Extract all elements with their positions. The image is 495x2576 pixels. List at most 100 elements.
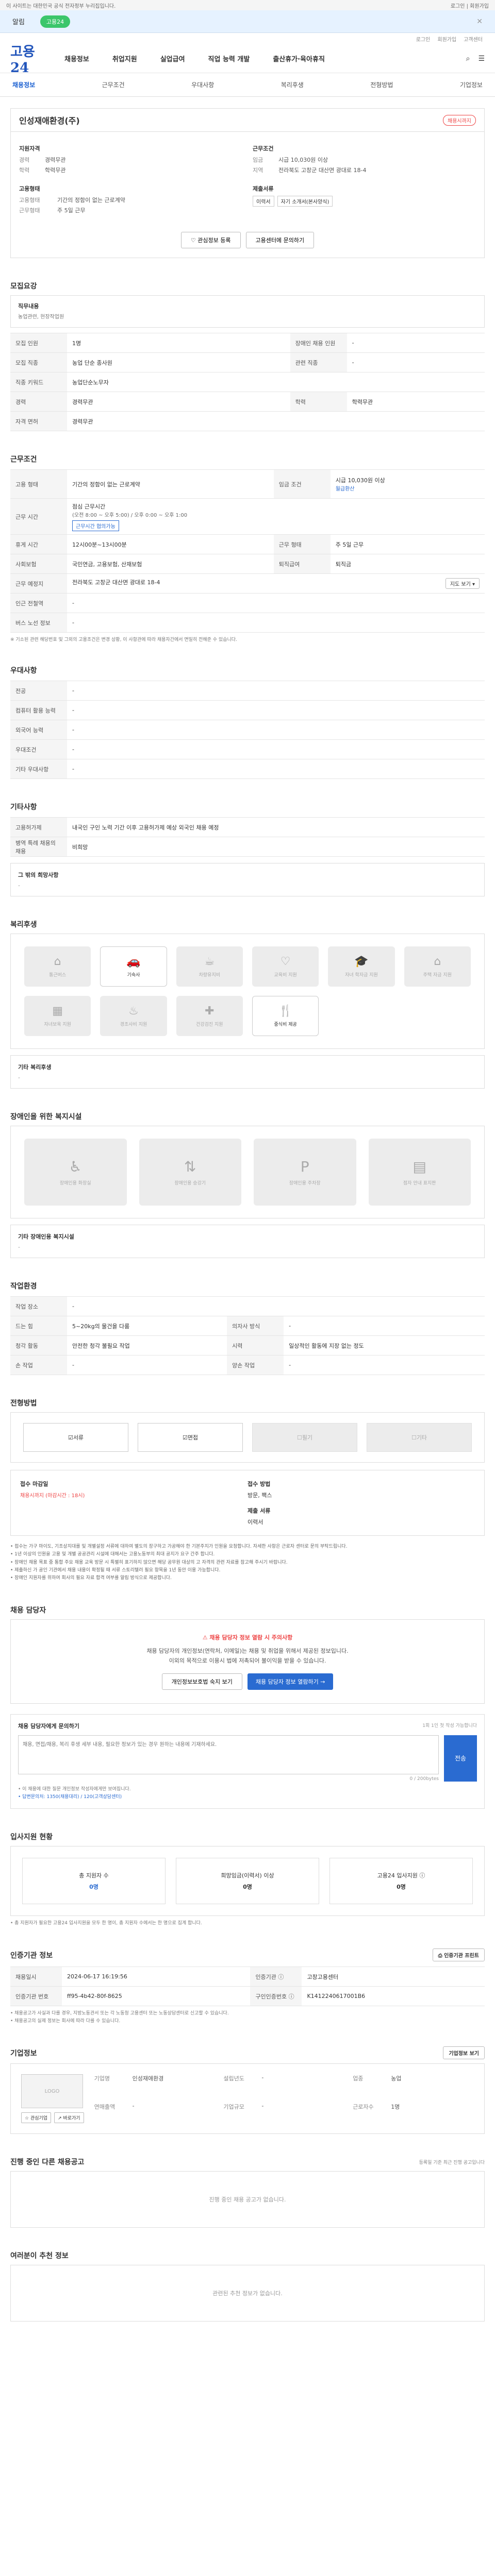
menu-training[interactable]: 직업 능력 개발 (208, 54, 250, 63)
site-logo[interactable]: 고용24 (10, 41, 52, 76)
inquiry-textarea[interactable] (18, 1735, 439, 1774)
table-row: 채용일시 2024-06-17 16:19:56 인증기관 ⓘ 고창고용센터 (10, 1967, 485, 1987)
tab-company[interactable]: 기업정보 (460, 80, 483, 89)
table-row: 모집 직종 농업 단순 종사원 관련 직종 - (10, 352, 485, 372)
table-row: 사회보험 국민연금, 고용보험, 산재보험 퇴직급여 퇴직금 (10, 554, 485, 574)
top-strip: 이 사이트는 대한민국 공식 전자정부 누리집입니다. 로그인 | 회원가입 (0, 0, 495, 10)
welfare-icon: ⌂ (434, 955, 441, 968)
favorite-button[interactable]: ♡ 관심정보 등록 (180, 232, 241, 248)
welfare-tile: ⌂ 통근버스 (24, 946, 91, 987)
welfare-tile: ☕ 차량유지비 (176, 946, 243, 987)
map-button[interactable]: 지도 보기 ▾ (445, 578, 480, 589)
favorite-label: 관심정보 등록 (197, 237, 231, 244)
inst-print-button[interactable]: ⎙ 인증기관 프린트 (432, 1948, 485, 1962)
welfare-icon: ♨ (128, 1005, 139, 1018)
etc-heading: 기타사항 (10, 803, 37, 811)
menu-icon[interactable]: ☰ (478, 55, 485, 63)
recommend-heading: 여러분이 추천 정보 (10, 2252, 69, 2261)
emptype-heading: 고용형태 (19, 185, 40, 192)
tab-welfare[interactable]: 복리후생 (281, 80, 304, 89)
tab-recruit[interactable]: 채용정보 (12, 80, 35, 89)
util-login[interactable]: 로그인 (416, 35, 431, 43)
duty-title: 직무내용 (18, 303, 39, 310)
company-info-button[interactable]: 기업정보 보기 (443, 2046, 485, 2060)
company-name: 인성재애환경(주) (19, 116, 80, 126)
view-contact-button[interactable]: 채용 담당자 정보 열람하기 → (247, 1673, 334, 1690)
qual-heading: 지원자격 (19, 145, 40, 152)
table-row: 경력 경력무관 학력 학력무관 (10, 392, 485, 412)
note-line: • 장애인 지원자를 위하여 회사의 필요 자료 합격 여부를 알림 방식으로 … (10, 1575, 172, 1581)
note-line: • 제출하신 가 공인 기관에서 채용 내용이 확정될 때 서류 스토리텔러 필… (10, 1567, 221, 1573)
welfare-tile: ⌂ 주택 자금 지원 (404, 946, 471, 987)
star-icon: ☆ (25, 2116, 30, 2122)
region-label: 지역 (253, 167, 263, 174)
welfare-label: 자녀 학자금 지원 (345, 973, 378, 978)
facility-icon: ⇅ (184, 1158, 196, 1175)
stat-value: 0명 (89, 1884, 98, 1891)
table-row: 병역 특례 채용의 채용 비희망 (10, 837, 485, 857)
table-row: 고용 형태 기간의 정함이 없는 근로계약 임금 조건 시급 10,030원 이상 월급… (10, 469, 485, 499)
cond-heading: 근무조건 (253, 145, 274, 152)
inquiry-center-button[interactable]: 고용센터에 문의하기 (245, 232, 315, 248)
company-field: 연매출액 - (94, 2102, 135, 2110)
util-help[interactable]: 고객센터 (464, 35, 483, 43)
table-row: 버스 노선 정보 - (10, 613, 485, 633)
check-icon: ☐ (411, 1434, 417, 1441)
stat-label: 총 지원자 수 (79, 1872, 109, 1879)
inst-heading: 인증기관 정보 ⎙ 인증기관 프린트 (10, 1948, 485, 1962)
edu-value: 학력무관 (45, 167, 66, 174)
facility-icon: ▤ (412, 1158, 426, 1175)
welfare-tile: ♡ 교육비 지원 (252, 946, 319, 987)
welfare-label: 건강검진 지원 (196, 1022, 223, 1027)
disabled-heading: 장애인을 위한 복지시설 (10, 1113, 82, 1121)
wage-convert-link[interactable]: 월급환산 (336, 484, 480, 492)
worktype-value: 주 5일 근무 (57, 207, 86, 214)
tab-process[interactable]: 전형방법 (370, 80, 393, 89)
company-field: 기업규모 - (223, 2102, 264, 2110)
table-row: 손 작업 - 양손 작업 - (10, 1355, 485, 1375)
welfare-icon: ✚ (205, 1005, 214, 1018)
welfare-tile: ✚ 건강검진 지원 (176, 996, 243, 1036)
etc-wish-box: 그 밖의 희망사항 - (10, 863, 485, 896)
welfare-label: 교육비 지원 (274, 973, 297, 978)
process-notes: • 접수는 가구 마이도, 기조상지대를 및 개별설정 서류에 대하여 별도의 … (10, 1543, 485, 1582)
inquiry-send-button[interactable]: 전송 (444, 1735, 477, 1782)
welfare-label: 중식비 제공 (274, 1022, 297, 1027)
tab-conditions[interactable]: 근무조건 (102, 80, 125, 89)
facility-icon: P (300, 1158, 309, 1175)
menu-benefit[interactable]: 실업급여 (160, 54, 185, 63)
wage-label: 임금 (253, 157, 263, 163)
fav-company-button[interactable]: ☆ 관심기업 (21, 2112, 52, 2124)
company-field: 근로자수 1명 (353, 2103, 400, 2110)
shortcut-button[interactable]: ↗ 바로가기 (54, 2112, 84, 2124)
table-row: 근무 예정지 전라북도 고창군 대산면 광대로 18-4 지도 보기 ▾ (10, 573, 485, 594)
banner-pill[interactable]: 고용24 (40, 15, 71, 28)
table-row: 청각 활동 안전한 청각 불필요 작업 시력 일상적인 활동에 지장 없는 정도 (10, 1335, 485, 1355)
top-auth-links[interactable]: 로그인 | 회원가입 (451, 2, 489, 9)
tab-prefer[interactable]: 우대사항 (191, 80, 214, 89)
search-icon[interactable]: ⌕ (466, 55, 470, 63)
conditions-heading: 근무조건 (10, 455, 37, 464)
facility-tile: P 장애인용 주차장 (254, 1139, 356, 1206)
company-logo: LOGO (21, 2074, 83, 2109)
welfare-label: 자녀보육 지원 (44, 1022, 71, 1027)
table-row: 근무 시간 점심 근무시간 (오전 8:00 ~ 오후 5:00) / 오후 0:0… (10, 498, 485, 535)
section-tabs: 채용정보 근무조건 우대사항 복리후생 전형방법 기업정보 (0, 73, 495, 97)
util-signup[interactable]: 회원가입 (437, 35, 456, 43)
facility-label: 점자 안내 표지판 (403, 1181, 436, 1186)
welfare-heading: 복리후생 (10, 921, 37, 929)
notice-banner: 알림 고용24 ✕ (0, 10, 495, 33)
table-row: 휴게 시간 12시00분~13시00분 근무 형태 주 5일 근무 (10, 534, 485, 554)
stat-value: 0명 (397, 1884, 406, 1891)
stat-label: 고용24 입사지원 ⓘ (377, 1872, 425, 1879)
table-row: 작업 장소 - (10, 1296, 485, 1316)
print-icon: ⎙ (438, 1953, 444, 1959)
menu-jobs[interactable]: 채용정보 (64, 54, 89, 63)
privacy-law-button[interactable]: 개인정보보호법 숙지 보기 (161, 1673, 242, 1690)
menu-leave[interactable]: 출산휴가·육아휴직 (273, 54, 325, 63)
header-icons: ⌕ ☰ (466, 55, 485, 63)
wage-value: 시급 10,030원 이상 (278, 157, 328, 163)
close-icon[interactable]: ✕ (476, 18, 483, 26)
menu-support[interactable]: 취업지원 (112, 54, 137, 63)
summary-card: 인성재애환경(주) 채용시까지 지원자격 경력 경력무관 학력 학력무관 고용형태 … (10, 108, 485, 258)
